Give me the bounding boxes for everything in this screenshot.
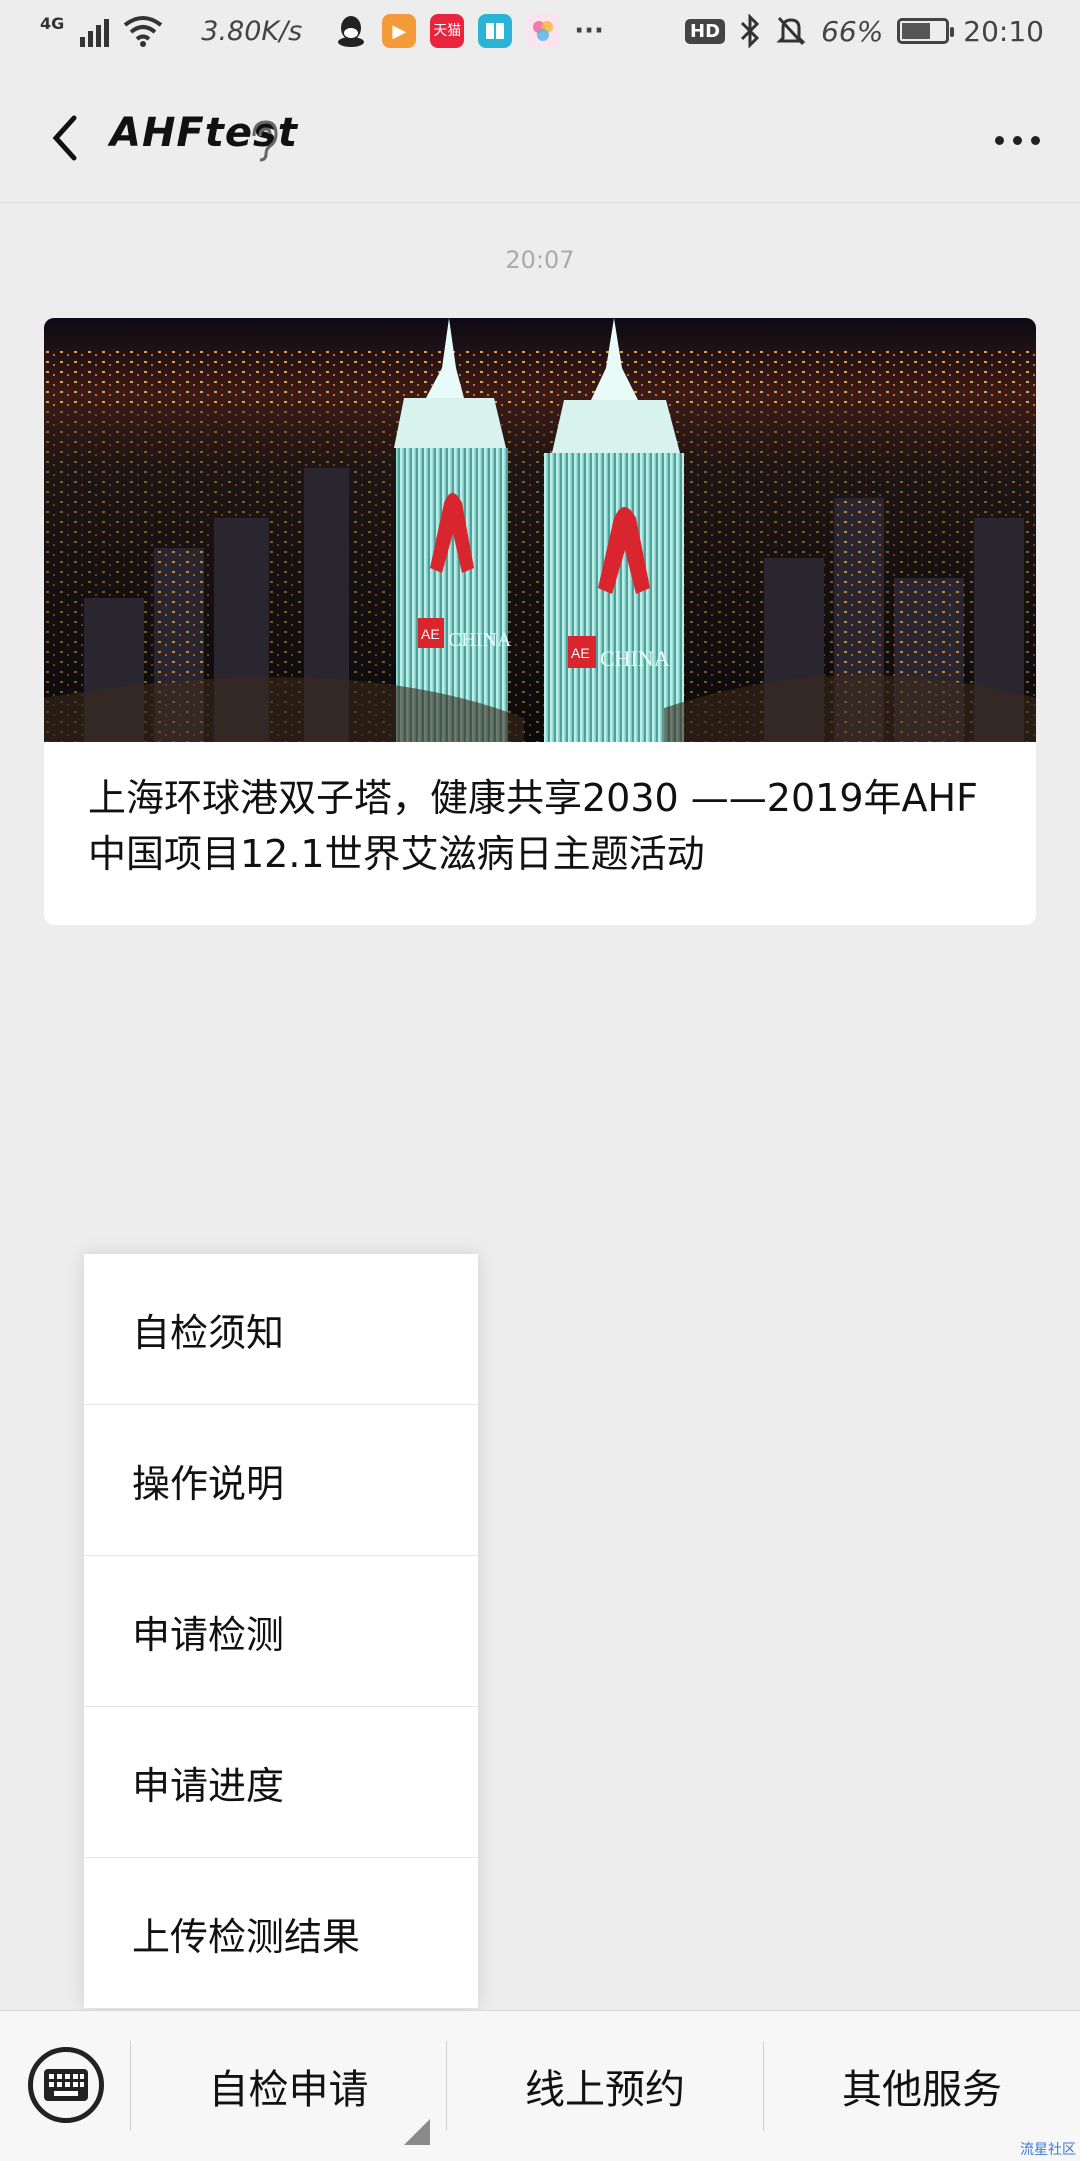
keyboard-icon [44, 2069, 88, 2101]
submenu-item-apply-test[interactable]: 申请检测 [84, 1556, 478, 1707]
bluetooth-icon [741, 14, 760, 48]
network-type-label: 4G [40, 14, 65, 33]
chevron-left-icon [52, 115, 77, 161]
status-right: HD 66% 20:10 [685, 14, 1044, 48]
article-card[interactable]: AE AE CHINA CHINA 上海环球港双子塔，健康共享2030 ——20… [44, 318, 1036, 925]
more-notifications-indicator: ··· [574, 16, 604, 46]
battery-icon [897, 18, 955, 44]
article-cover-image: AE AE CHINA CHINA [44, 318, 1036, 742]
battery-fill [902, 23, 931, 39]
submenu-popup: 自检须知 操作说明 申请检测 申请进度 上传检测结果 [84, 1254, 478, 2008]
status-bar: 4G 3.80K/s ▶ 天猫 ··· HD 66% 20:10 [0, 0, 1080, 72]
submenu-indicator-icon [404, 2119, 430, 2145]
message-timestamp: 20:07 [505, 246, 575, 274]
gallery-app-icon [526, 14, 561, 48]
article-title: 上海环球港双子塔，健康共享2030 ——2019年AHF中国项目12.1世界艾滋… [88, 776, 978, 876]
more-options-button[interactable] [982, 112, 1052, 168]
more-dots-icon [994, 135, 1004, 145]
wifi-icon [124, 16, 163, 47]
watermark: 流星社区 [1020, 2142, 1076, 2158]
network-speed: 3.80K/s [201, 15, 303, 47]
clock: 20:10 [963, 14, 1044, 48]
svg-text:AE: AE [571, 645, 590, 661]
hd-badge: HD [685, 18, 726, 44]
svg-text:CHINA: CHINA [448, 629, 512, 651]
svg-text:AE: AE [421, 626, 440, 642]
back-button[interactable] [36, 110, 92, 166]
submenu-item-self-test-notice[interactable]: 自检须知 [84, 1254, 478, 1405]
submenu-item-progress[interactable]: 申请进度 [84, 1707, 478, 1858]
menu-label: 线上预约 [525, 2067, 685, 2113]
bottom-menu-bar: 自检申请 线上预约 其他服务 流星社区 [0, 2010, 1080, 2161]
title-bar: AHFtest [0, 72, 1080, 203]
menu-label: 其他服务 [842, 2067, 1002, 2113]
qq-icon [334, 14, 368, 48]
keyboard-toggle-button[interactable] [28, 2047, 104, 2123]
video-app-icon: ▶ [382, 14, 417, 48]
menu-self-test-apply[interactable]: 自检申请 [131, 2011, 446, 2161]
ear-icon[interactable] [242, 116, 282, 164]
bell-muted-icon [776, 16, 806, 46]
menu-label: 自检申请 [208, 2067, 369, 2113]
status-left: 4G 3.80K/s ▶ 天猫 ··· [40, 14, 604, 48]
menu-online-booking[interactable]: 线上预约 [447, 2011, 763, 2161]
submenu-item-instructions[interactable]: 操作说明 [84, 1405, 478, 1556]
tmall-icon: 天猫 [430, 14, 465, 48]
reader-app-icon [478, 14, 513, 48]
battery-percent: 66% [821, 14, 884, 48]
svg-text:CHINA: CHINA [600, 646, 670, 671]
submenu-item-upload-results[interactable]: 上传检测结果 [84, 1858, 478, 2009]
signal-icon [80, 15, 110, 47]
